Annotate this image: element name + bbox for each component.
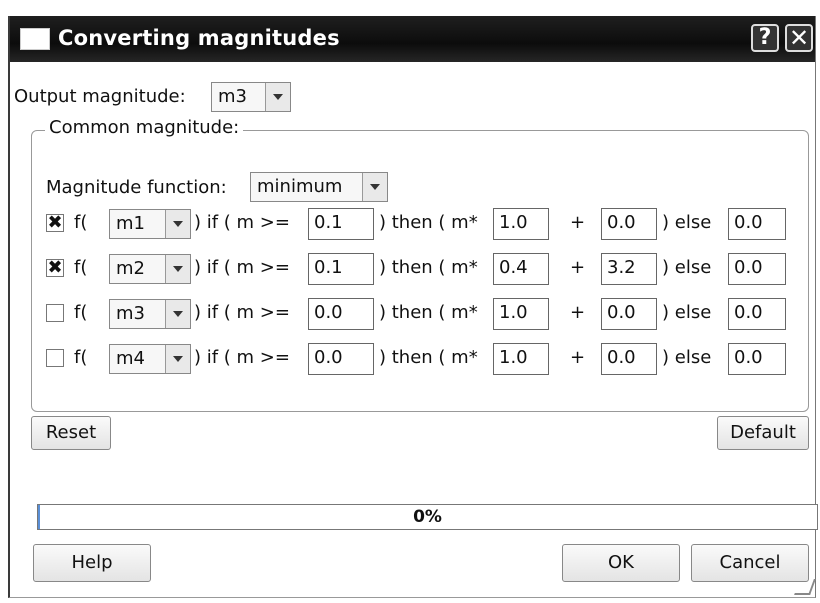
if-label: ) if ( m >= [194,257,290,278]
ok-button[interactable]: OK [562,544,680,582]
multiplier-input[interactable]: 0.4 [493,253,549,285]
addend-input[interactable]: 3.2 [601,253,657,285]
common-magnitude-title: Common magnitude: [45,117,244,138]
else-label: ) else [662,302,712,323]
magnitude-select[interactable]: m4 [109,344,191,374]
enable-checkbox[interactable] [46,349,64,367]
else-input[interactable]: 0.0 [728,298,786,330]
addend-input[interactable]: 0.0 [601,343,657,375]
magnitude-function-value: minimum [257,176,343,197]
output-magnitude-select[interactable]: m3 [211,82,291,112]
converting-magnitudes-dialog: Converting magnitudes ? ✕ Output magnitu… [8,16,818,598]
plus-label: + [570,347,586,368]
then-label: ) then ( m* [379,257,478,278]
multiplier-input[interactable]: 1.0 [493,298,549,330]
magnitude-value: m1 [116,213,145,234]
else-input[interactable]: 0.0 [728,208,786,240]
f-open-label: f( [74,257,88,278]
else-label: ) else [662,212,712,233]
close-button[interactable]: ✕ [785,24,813,52]
threshold-input[interactable]: 0.1 [308,253,374,285]
magnitude-function-select[interactable]: minimum [250,172,388,202]
threshold-input[interactable]: 0.1 [308,208,374,240]
multiplier-input[interactable]: 1.0 [493,208,549,240]
chevron-down-icon [165,300,190,328]
output-magnitude-value: m3 [218,86,247,107]
if-label: ) if ( m >= [194,302,290,323]
else-input[interactable]: 0.0 [728,343,786,375]
title-bar[interactable]: Converting magnitudes ? ✕ [10,16,815,62]
magnitude-select[interactable]: m3 [109,299,191,329]
reset-button[interactable]: Reset [31,416,111,450]
chevron-down-icon [165,255,190,283]
plus-label: + [570,302,586,323]
magnitude-select[interactable]: m2 [109,254,191,284]
magnitude-value: m4 [116,348,145,369]
then-label: ) then ( m* [379,212,478,233]
if-label: ) if ( m >= [194,212,290,233]
then-label: ) then ( m* [379,347,478,368]
enable-checkbox[interactable]: ✖ [46,259,64,277]
magnitude-select[interactable]: m1 [109,209,191,239]
else-label: ) else [662,347,712,368]
chevron-down-icon [165,345,190,373]
progress-bar: 0% [37,504,818,530]
plus-label: + [570,257,586,278]
multiplier-input[interactable]: 1.0 [493,343,549,375]
enable-checkbox[interactable]: ✖ [46,214,64,232]
addend-input[interactable]: 0.0 [601,208,657,240]
magnitude-value: m3 [116,303,145,324]
magnitude-function-label: Magnitude function: [46,177,227,198]
progress-text: 0% [413,507,442,527]
help-button[interactable]: Help [33,544,151,582]
chevron-down-icon [362,173,387,201]
else-label: ) else [662,257,712,278]
plus-label: + [570,212,586,233]
default-button[interactable]: Default [717,416,809,450]
title-help-button[interactable]: ? [751,24,779,52]
enable-checkbox[interactable] [46,304,64,322]
then-label: ) then ( m* [379,302,478,323]
threshold-input[interactable]: 0.0 [308,298,374,330]
f-open-label: f( [74,347,88,368]
threshold-input[interactable]: 0.0 [308,343,374,375]
chevron-down-icon [165,210,190,238]
addend-input[interactable]: 0.0 [601,298,657,330]
output-magnitude-label: Output magnitude: [14,86,186,107]
window-icon [20,28,50,50]
f-open-label: f( [74,302,88,323]
f-open-label: f( [74,212,88,233]
cancel-button[interactable]: Cancel [691,544,809,582]
chevron-down-icon [265,83,290,111]
window-title: Converting magnitudes [58,26,340,50]
else-input[interactable]: 0.0 [728,253,786,285]
if-label: ) if ( m >= [194,347,290,368]
magnitude-value: m2 [116,258,145,279]
